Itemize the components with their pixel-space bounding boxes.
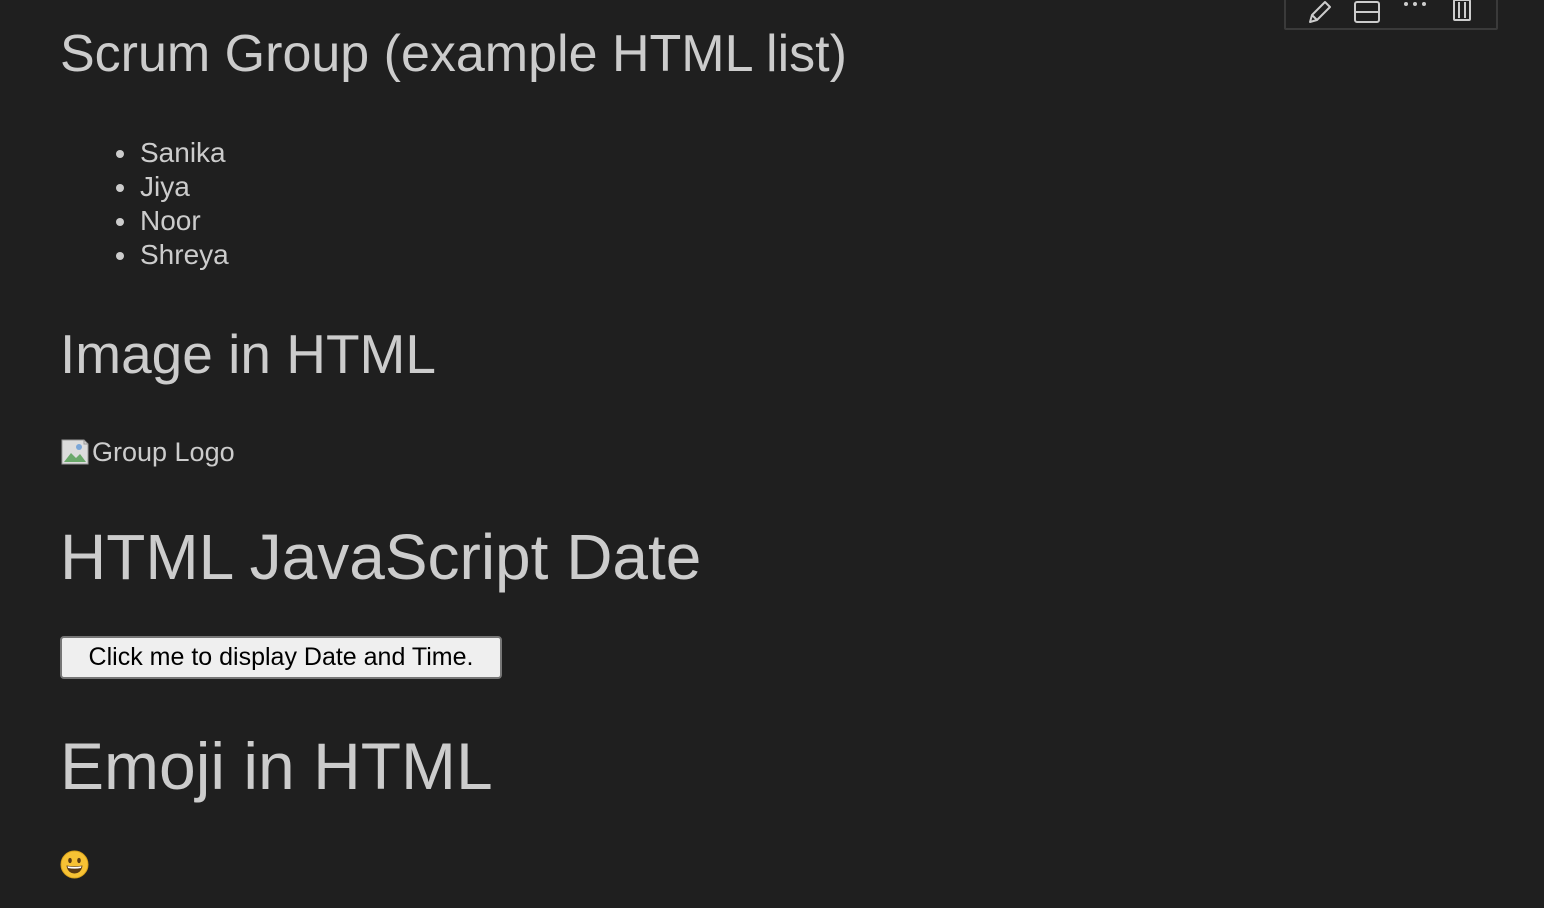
broken-image-icon <box>61 439 89 465</box>
group-logo: Group Logo <box>60 436 235 468</box>
list-item: Sanika <box>116 136 229 170</box>
delete-cell-button[interactable] <box>1445 0 1479 26</box>
list-item: Noor <box>116 204 229 238</box>
split-cell-button[interactable] <box>1350 0 1384 26</box>
trash-icon <box>1453 0 1472 21</box>
list-item: Shreya <box>116 239 229 270</box>
logo-alt-text: Group Logo <box>92 436 235 467</box>
date-section-heading: HTML JavaScript Date <box>60 521 702 593</box>
split-layout-icon <box>1354 1 1381 23</box>
cell-toolbar <box>1284 0 1498 30</box>
list-item: Jiya <box>116 170 229 204</box>
preview-page: Scrum Group (example HTML list) Sanika J… <box>0 0 1544 908</box>
member-list: Sanika Jiya Noor Shreya <box>116 136 229 272</box>
edit-button[interactable] <box>1303 0 1337 26</box>
grinning-face-icon <box>60 850 89 879</box>
image-section-heading: Image in HTML <box>60 323 436 385</box>
display-date-button[interactable]: Click me to display Date and Time. <box>60 636 502 679</box>
pencil-icon <box>1308 1 1331 23</box>
more-actions-button[interactable] <box>1398 0 1432 26</box>
emoji-section-heading: Emoji in HTML <box>60 729 493 803</box>
more-icon <box>1403 2 1426 6</box>
page-title: Scrum Group (example HTML list) <box>60 25 847 83</box>
